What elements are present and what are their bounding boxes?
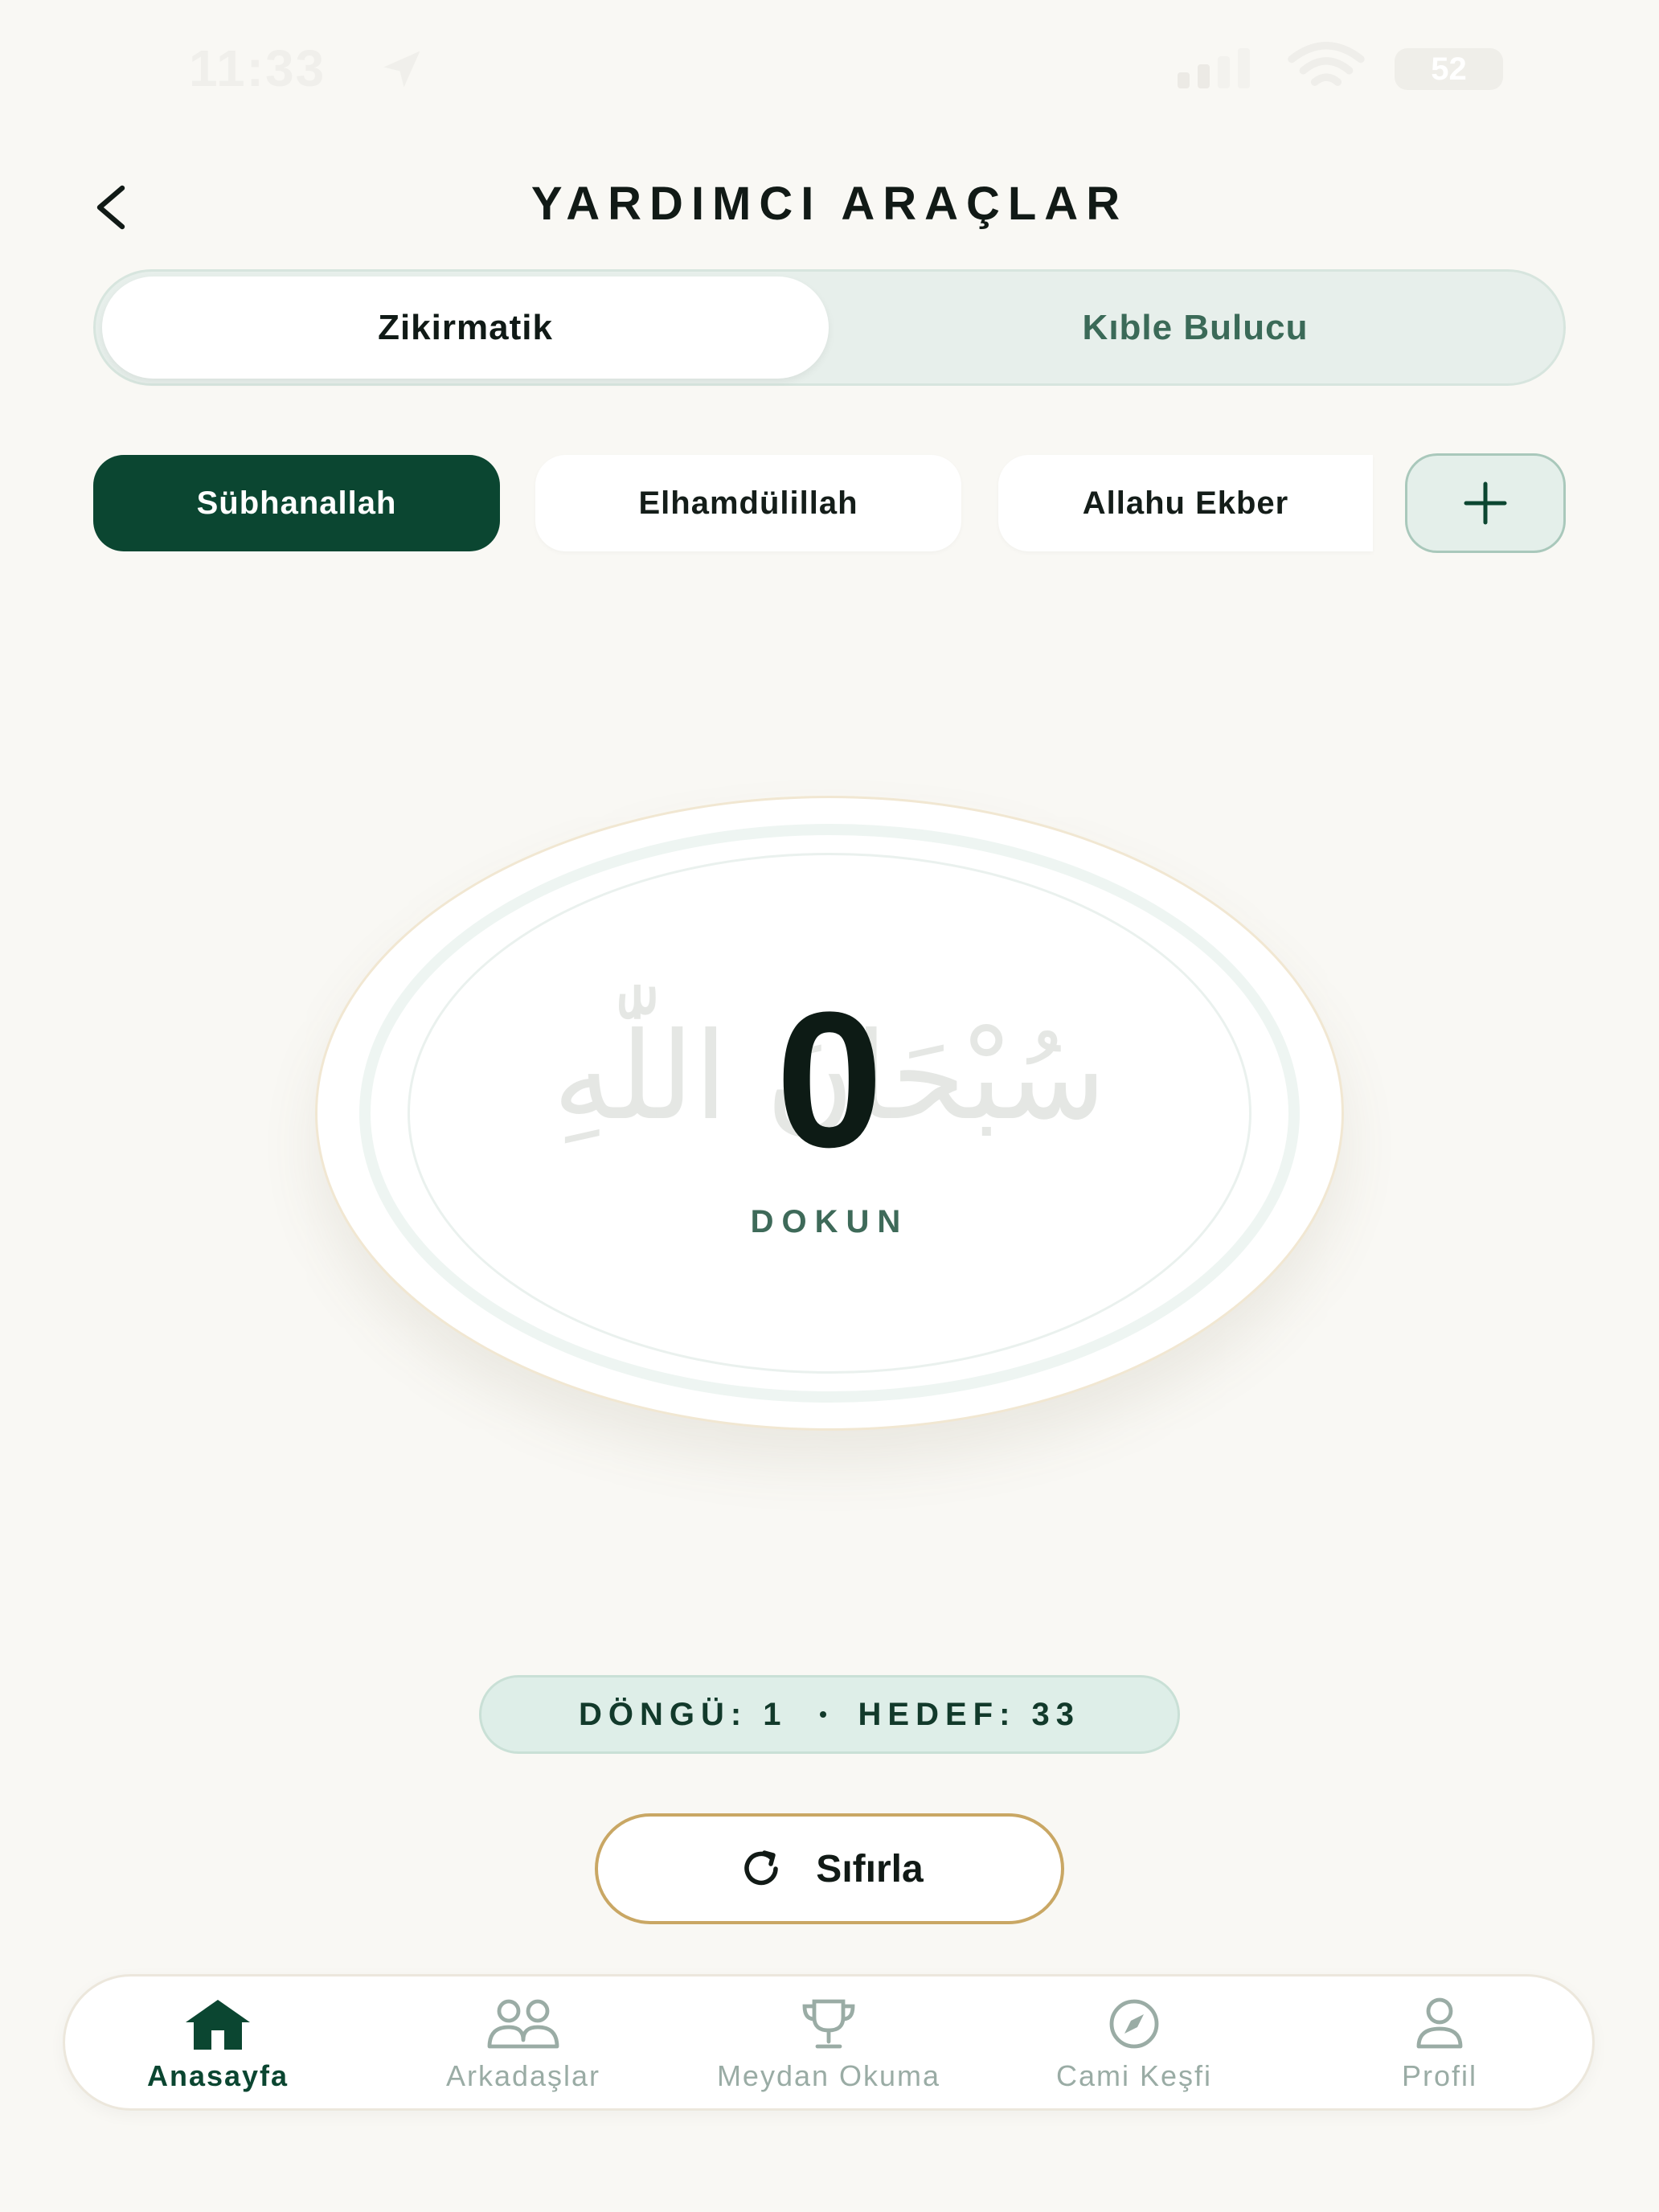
battery-indicator: 52 xyxy=(1395,48,1503,90)
status-time: 11:33 xyxy=(189,39,326,97)
nav-item-arkadaslar[interactable]: Arkadaşlar xyxy=(371,1976,676,2113)
target-count: HEDEF: 33 xyxy=(858,1696,1081,1732)
trophy-icon xyxy=(802,1999,855,2049)
dhikr-chip-subhanallah[interactable]: Sübhanallah xyxy=(93,455,500,551)
refresh-icon xyxy=(744,1850,779,1886)
counter-value: 0 xyxy=(776,972,883,1187)
separator-dot xyxy=(819,1711,826,1718)
nav-item-profil[interactable]: Profil xyxy=(1287,1976,1592,2113)
home-icon xyxy=(186,2000,250,2050)
plus-icon xyxy=(1464,481,1507,525)
nav-label-anasayfa: Anasayfa xyxy=(146,2059,289,2092)
bottom-navigation: Anasayfa Arkadaşlar Meydan Okuma Cami Ke… xyxy=(63,1974,1595,2111)
dhikr-chip-elhamdulillah[interactable]: Elhamdülillah xyxy=(535,455,961,551)
reset-button[interactable]: Sıfırla xyxy=(595,1813,1064,1924)
nav-item-anasayfa[interactable]: Anasayfa xyxy=(65,1976,371,2113)
add-dhikr-button[interactable] xyxy=(1405,453,1566,553)
nav-item-cami-kesfi[interactable]: Cami Keşfi xyxy=(981,1976,1287,2113)
location-arrow-icon xyxy=(383,51,420,88)
nav-label-profil: Profil xyxy=(1401,2059,1478,2092)
friends-icon xyxy=(487,1999,559,2049)
profile-icon xyxy=(1416,1997,1463,2049)
tab-zikirmatik[interactable]: Zikirmatik xyxy=(102,276,829,379)
reset-label: Sıfırla xyxy=(816,1847,924,1890)
cycle-status-pill: DÖNGÜ: 1 HEDEF: 33 xyxy=(479,1675,1180,1754)
nav-item-meydan-okuma[interactable]: Meydan Okuma xyxy=(676,1976,981,2113)
compass-icon xyxy=(1109,1999,1159,2049)
counter-tap-area[interactable]: سُبْحَانَ اللّٰهِ 0 DOKUN xyxy=(315,796,1344,1431)
dhikr-chip-allahu-ekber[interactable]: Allahu Ekber xyxy=(998,455,1373,551)
nav-label-cami-kesfi: Cami Keşfi xyxy=(1055,2059,1213,2092)
counter-hint: DOKUN xyxy=(750,1204,909,1239)
tab-kible-bulucu[interactable]: Kıble Bulucu xyxy=(832,276,1559,379)
signal-icon xyxy=(1178,48,1250,88)
segmented-control: Zikirmatik Kıble Bulucu xyxy=(93,269,1566,386)
nav-label-meydan-okuma: Meydan Okuma xyxy=(716,2059,941,2092)
page-title: YARDIMCI ARAÇLAR xyxy=(530,178,1129,230)
cycle-count: DÖNGÜ: 1 xyxy=(578,1696,788,1732)
status-bar: 11:33 52 xyxy=(0,0,1659,137)
nav-label-arkadaslar: Arkadaşlar xyxy=(445,2059,601,2092)
wifi-icon xyxy=(1288,42,1365,86)
